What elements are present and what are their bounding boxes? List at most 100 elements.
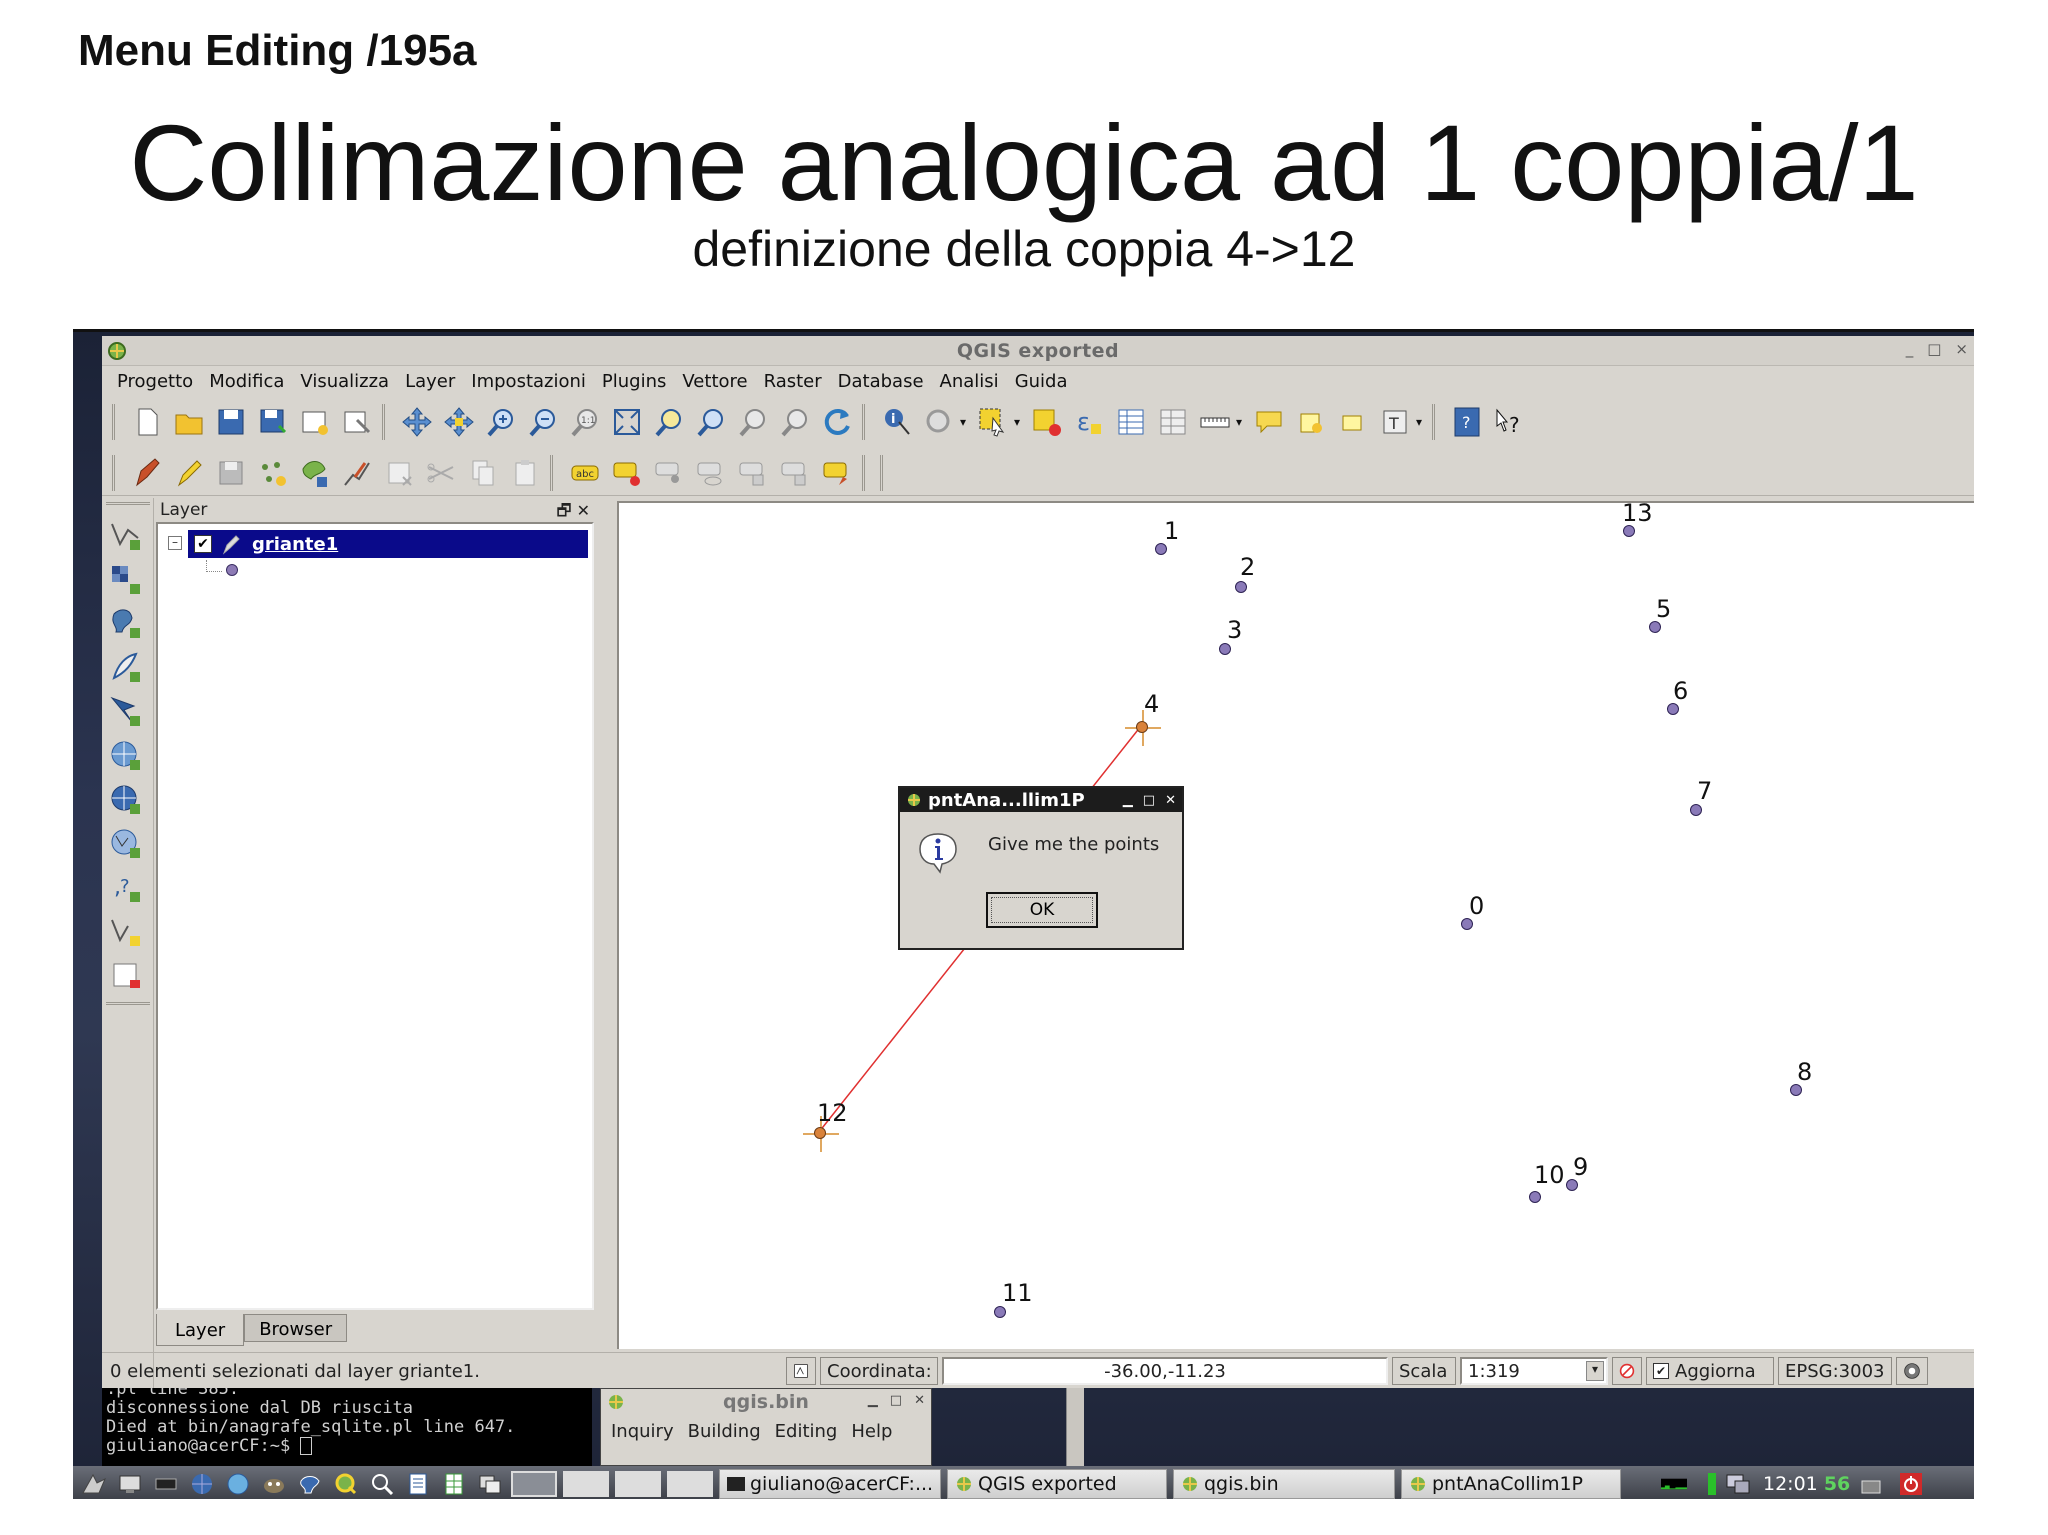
remove-layer-icon[interactable] — [102, 954, 150, 998]
attribute-table-icon[interactable] — [1110, 402, 1152, 442]
qgis-bin-close[interactable]: ✕ — [914, 1393, 925, 1408]
menu-inquiry[interactable]: Inquiry — [611, 1421, 688, 1442]
task-qgis-exported[interactable]: QGIS exported — [947, 1469, 1167, 1499]
new-print-composer-icon[interactable] — [294, 402, 336, 442]
globe-icon[interactable] — [223, 1470, 253, 1498]
toolbar-grip[interactable] — [880, 454, 890, 491]
rotate-label-icon[interactable] — [774, 453, 816, 493]
close-panel-icon[interactable]: ✕ — [577, 501, 590, 520]
messages-icon[interactable] — [1896, 1357, 1928, 1385]
task-terminal[interactable]: giuliano@acerCF:... — [719, 1469, 941, 1499]
select-features-icon[interactable] — [972, 402, 1014, 442]
window-titlebar[interactable]: QGIS exported _ □ × — [102, 336, 1974, 366]
terminal-launcher-icon[interactable] — [151, 1470, 181, 1498]
menu-editing[interactable]: Editing — [775, 1421, 852, 1442]
toolbar-grip[interactable] — [1432, 404, 1442, 440]
toggle-editing-icon[interactable] — [168, 453, 210, 493]
composer-manager-icon[interactable] — [336, 402, 378, 442]
save-project-icon[interactable] — [210, 402, 252, 442]
toolbar-grip[interactable] — [862, 454, 872, 491]
show-bookmarks-icon[interactable] — [1332, 402, 1374, 442]
layer-item-griante1[interactable]: ✔ griante1 — [188, 530, 588, 558]
refresh-toggle[interactable]: ✔ Aggiorna — [1646, 1357, 1774, 1385]
workspace-3[interactable] — [615, 1471, 661, 1497]
collapse-icon[interactable]: – — [168, 536, 182, 550]
move-label-icon[interactable] — [732, 453, 774, 493]
select-dropdown-icon[interactable]: ▾ — [1014, 415, 1026, 429]
show-hide-labels-icon[interactable] — [690, 453, 732, 493]
map-point-10[interactable] — [1529, 1191, 1541, 1203]
menu-database[interactable]: Database — [831, 371, 933, 392]
zoom-actual-icon[interactable]: 1:1 — [564, 402, 606, 442]
qgis-launcher-icon[interactable] — [331, 1470, 361, 1498]
run-action-dropdown-icon[interactable]: ▾ — [960, 415, 972, 429]
menu-modifica[interactable]: Modifica — [202, 371, 293, 392]
refresh-icon[interactable] — [816, 402, 858, 442]
run-action-icon[interactable] — [918, 402, 960, 442]
power-icon[interactable] — [1896, 1470, 1926, 1498]
menu-vettore[interactable]: Vettore — [675, 371, 756, 392]
measure-icon[interactable] — [1194, 402, 1236, 442]
close-button[interactable]: × — [1955, 340, 1968, 358]
menu-progetto[interactable]: Progetto — [110, 371, 202, 392]
workspace-4[interactable] — [667, 1471, 713, 1497]
qgis-bin-titlebar[interactable]: qgis.bin ▁ □ ✕ — [601, 1389, 931, 1415]
network-icon[interactable] — [1723, 1470, 1753, 1498]
menu-layer[interactable]: Layer — [398, 371, 464, 392]
ok-button[interactable]: OK — [986, 892, 1098, 928]
add-postgis-layer-icon[interactable] — [102, 602, 150, 646]
add-wfs-layer-icon[interactable] — [102, 822, 150, 866]
move-feature-icon[interactable] — [294, 453, 336, 493]
identify-icon[interactable]: i — [876, 402, 918, 442]
open-project-icon[interactable] — [168, 402, 210, 442]
window-switch-icon[interactable] — [475, 1470, 505, 1498]
gimp-icon[interactable] — [259, 1470, 289, 1498]
workspace-1[interactable] — [511, 1471, 557, 1497]
current-edits-icon[interactable] — [126, 453, 168, 493]
new-bookmark-icon[interactable] — [1290, 402, 1332, 442]
whats-this-icon[interactable]: ? — [1488, 402, 1530, 442]
statistics-icon[interactable] — [1152, 402, 1194, 442]
node-tool-icon[interactable] — [336, 453, 378, 493]
add-feature-icon[interactable] — [252, 453, 294, 493]
scrollbar[interactable] — [1066, 1388, 1084, 1466]
menu-analisi[interactable]: Analisi — [933, 371, 1008, 392]
menu-guida[interactable]: Guida — [1008, 371, 1077, 392]
tab-browser[interactable]: Browser — [244, 1314, 348, 1342]
map-point-12[interactable] — [814, 1127, 826, 1139]
crs-button[interactable]: EPSG:3003 — [1778, 1357, 1892, 1385]
map-tips-icon[interactable] — [1248, 402, 1290, 442]
zoom-in-icon[interactable] — [480, 402, 522, 442]
qgis-bin-maximize[interactable]: □ — [890, 1393, 902, 1408]
layer-labeling-icon[interactable] — [606, 453, 648, 493]
map-point-3[interactable] — [1219, 643, 1231, 655]
stop-render-icon[interactable] — [1612, 1357, 1642, 1385]
scale-dropdown-icon[interactable]: ▾ — [1586, 1361, 1604, 1381]
add-wcs-layer-icon[interactable] — [102, 778, 150, 822]
pan-to-selection-icon[interactable] — [438, 402, 480, 442]
zoom-next-icon[interactable] — [774, 402, 816, 442]
menu-help[interactable]: Help — [851, 1421, 906, 1442]
menu-impostazioni[interactable]: Impostazioni — [464, 371, 595, 392]
measure-dropdown-icon[interactable]: ▾ — [1236, 415, 1248, 429]
delete-selected-icon[interactable] — [378, 453, 420, 493]
tab-layer[interactable]: Layer — [156, 1314, 245, 1346]
clock[interactable]: 12:01 56 — [1763, 1473, 1850, 1495]
map-point-7[interactable] — [1690, 804, 1702, 816]
paste-features-icon[interactable] — [504, 453, 546, 493]
terminal-window[interactable]: .pl line 385. disconnessione dal DB rius… — [102, 1388, 592, 1466]
scale-combobox[interactable]: 1:319 ▾ — [1460, 1357, 1608, 1385]
dialog-maximize-button[interactable]: □ — [1143, 793, 1155, 808]
postgres-icon[interactable] — [295, 1470, 325, 1498]
field-calculator-icon[interactable]: ε — [1068, 402, 1110, 442]
add-wms-layer-icon[interactable] — [102, 734, 150, 778]
add-delimited-text-icon[interactable]: ,? — [102, 866, 150, 910]
copy-features-icon[interactable] — [462, 453, 504, 493]
zoom-last-icon[interactable] — [732, 402, 774, 442]
toolbar-grip[interactable] — [862, 404, 872, 440]
layer-visibility-checkbox[interactable]: ✔ — [194, 535, 212, 553]
start-menu-icon[interactable] — [79, 1470, 109, 1498]
toolbar-grip[interactable] — [112, 454, 122, 491]
dialog-close-button[interactable]: ✕ — [1165, 793, 1176, 808]
magnifier-icon[interactable] — [367, 1470, 397, 1498]
